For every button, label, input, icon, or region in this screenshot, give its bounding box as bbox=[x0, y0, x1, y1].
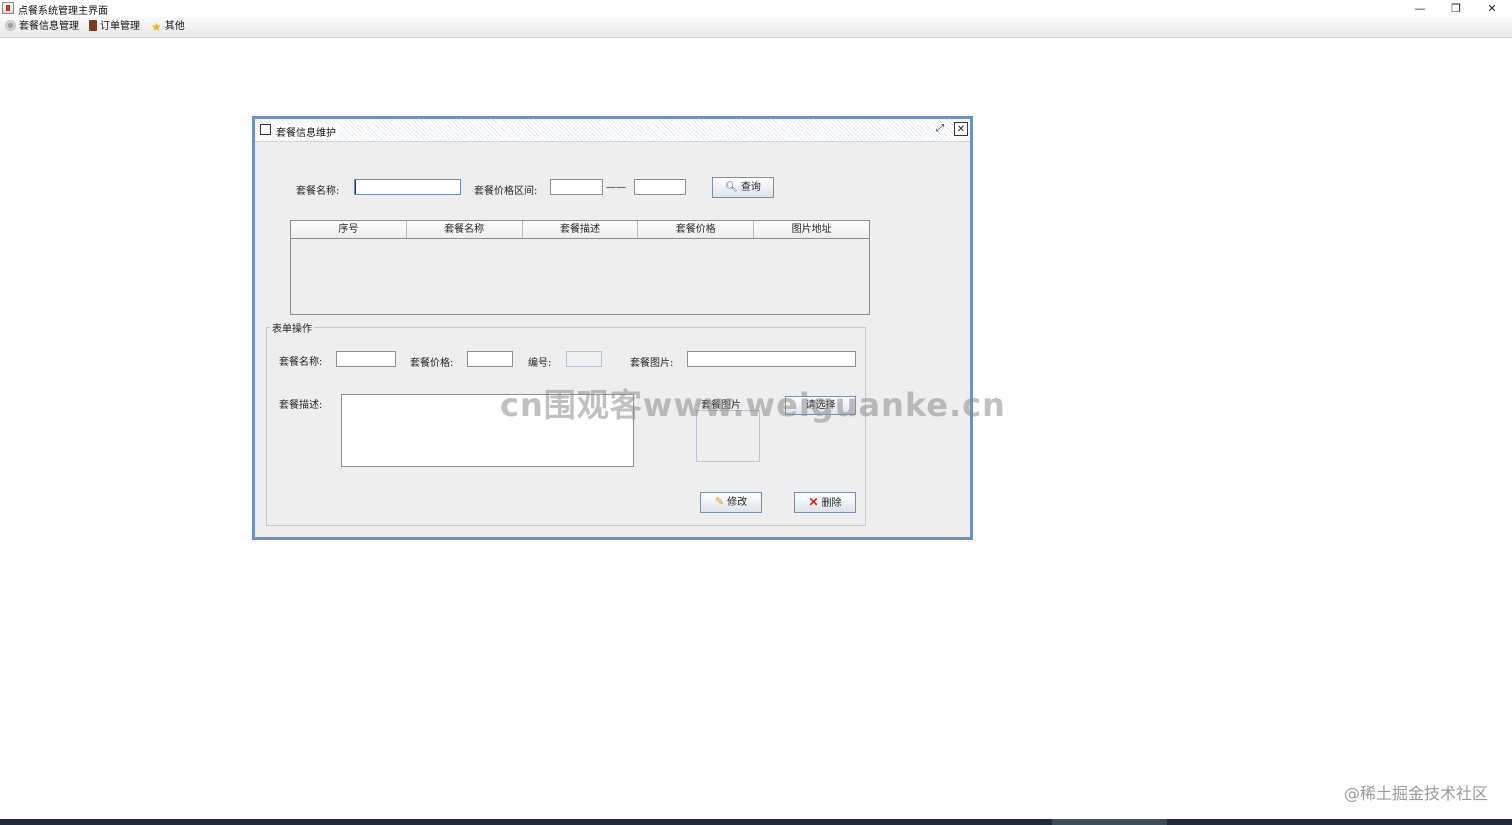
form-id-label: 编号: bbox=[528, 358, 552, 369]
column-header[interactable]: 套餐价格 bbox=[638, 221, 755, 238]
minimize-button[interactable]: — bbox=[1407, 0, 1433, 17]
menu-item-label: 套餐信息管理 bbox=[19, 21, 79, 32]
modify-button-label: 修改 bbox=[727, 497, 748, 508]
frame-title: 套餐信息维护 bbox=[276, 124, 339, 139]
corner-watermark: @稀土掘金技术社区 bbox=[1343, 784, 1488, 803]
frame-icon bbox=[260, 124, 271, 135]
table-header: 序号 套餐名称 套餐描述 套餐价格 图片地址 bbox=[291, 221, 869, 239]
star-icon: ★ bbox=[151, 20, 162, 34]
modify-button[interactable]: ✎ 修改 bbox=[700, 492, 762, 513]
search-button[interactable]: 🔍︎ 查询 bbox=[712, 177, 774, 198]
taskbar-segment[interactable] bbox=[1052, 819, 1167, 825]
form-desc-label: 套餐描述: bbox=[279, 400, 323, 411]
menu-item-other[interactable]: ★ 其他 bbox=[151, 20, 185, 34]
column-header[interactable]: 套餐描述 bbox=[523, 221, 639, 238]
restore-button[interactable]: ❐ bbox=[1443, 0, 1469, 17]
search-button-label: 查询 bbox=[740, 182, 761, 193]
form-id-input bbox=[566, 351, 602, 367]
watermark-text: cn围观客www.weiguanke.cn bbox=[500, 386, 1006, 424]
delete-button[interactable]: ✕ 删除 bbox=[794, 492, 856, 513]
column-header[interactable]: 图片地址 bbox=[754, 221, 869, 238]
form-name-label: 套餐名称: bbox=[279, 357, 323, 368]
frame-titlebar[interactable]: 套餐信息维护 ⤢ ✕ bbox=[255, 119, 970, 142]
price-min-input[interactable] bbox=[550, 179, 603, 195]
range-separator: —— bbox=[606, 182, 626, 193]
magnifier-icon: 🔍︎ bbox=[725, 182, 738, 193]
gear-icon bbox=[5, 20, 16, 31]
form-group: 表单操作 套餐名称: 套餐价格: 编号: 套餐图片: 套餐描述: 套餐图片 请选… bbox=[266, 320, 866, 526]
form-image-input[interactable] bbox=[687, 351, 856, 367]
window-titlebar[interactable]: 点餐系统管理主界面 — ❐ ✕ bbox=[0, 0, 1512, 17]
menu-bar: 套餐信息管理 订单管理 ★ 其他 bbox=[0, 17, 1512, 38]
pencil-icon: ✎ bbox=[714, 496, 725, 508]
close-button[interactable]: ✕ bbox=[1479, 0, 1505, 17]
menu-item-orders[interactable]: 订单管理 bbox=[89, 20, 140, 34]
meal-table[interactable]: 序号 套餐名称 套餐描述 套餐价格 图片地址 bbox=[290, 220, 870, 315]
form-image-label: 套餐图片: bbox=[630, 358, 674, 369]
meal-maintenance-frame: 套餐信息维护 ⤢ ✕ 套餐名称: 套餐价格区间: —— 🔍︎ 查询 序号 套餐名称… bbox=[252, 116, 973, 540]
column-header[interactable]: 序号 bbox=[291, 221, 407, 238]
column-header[interactable]: 套餐名称 bbox=[407, 221, 523, 238]
frame-close-button[interactable]: ✕ bbox=[954, 122, 968, 136]
frame-maximize-button[interactable]: ⤢ bbox=[933, 122, 947, 136]
form-group-title: 表单操作 bbox=[270, 320, 314, 335]
delete-button-label: 删除 bbox=[821, 498, 842, 509]
book-icon bbox=[89, 20, 97, 31]
search-name-label: 套餐名称: bbox=[296, 186, 340, 197]
form-price-input[interactable] bbox=[467, 351, 513, 367]
menu-item-label: 其他 bbox=[164, 21, 185, 32]
app-icon bbox=[2, 2, 14, 14]
price-max-input[interactable] bbox=[634, 179, 686, 195]
menu-item-label: 订单管理 bbox=[100, 21, 140, 32]
search-name-input[interactable] bbox=[354, 179, 461, 195]
window-title: 点餐系统管理主界面 bbox=[18, 6, 108, 17]
price-range-label: 套餐价格区间: bbox=[474, 186, 538, 197]
taskbar bbox=[0, 819, 1512, 825]
form-price-label: 套餐价格: bbox=[410, 358, 454, 369]
form-name-input[interactable] bbox=[336, 351, 396, 367]
red-x-icon: ✕ bbox=[808, 495, 819, 509]
menu-item-meal-info[interactable]: 套餐信息管理 bbox=[5, 20, 79, 34]
